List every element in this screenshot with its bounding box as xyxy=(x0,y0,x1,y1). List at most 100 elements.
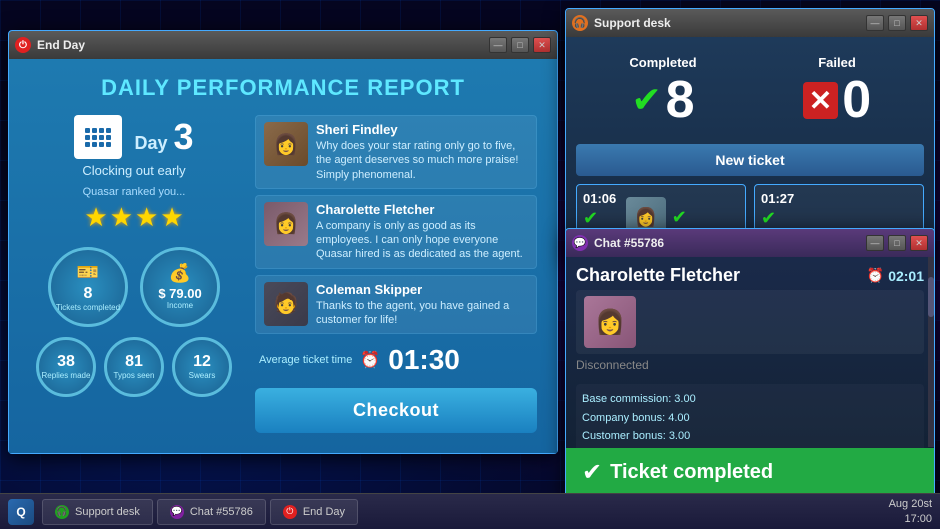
tickets-label: Tickets completed xyxy=(56,303,120,313)
end-day-close[interactable]: ✕ xyxy=(533,37,551,53)
avg-ticket-label: Average ticket time xyxy=(259,354,352,366)
typos-value: 81 xyxy=(125,353,143,371)
taskbar-item-chat[interactable]: 💬 Chat #55786 xyxy=(157,499,266,525)
end-day-titlebar: ⏻ End Day — □ ✕ xyxy=(9,31,557,59)
avg-ticket-time: 01:30 xyxy=(388,344,460,376)
failed-x-icon: ✕ xyxy=(803,82,838,119)
end-day-maximize[interactable]: □ xyxy=(511,37,529,53)
end-day-window: ⏻ End Day — □ ✕ DAILY PERFORMANCE REPORT xyxy=(8,30,558,454)
review-text-2: Thanks to the agent, you have gained a c… xyxy=(316,299,528,328)
support-desk-controls: — □ ✕ xyxy=(866,15,928,31)
chat-messages: 👩 xyxy=(566,290,934,354)
chat-avatar-large: 👩 xyxy=(584,296,636,348)
star-4: ★ xyxy=(160,202,183,233)
chat-minimize[interactable]: — xyxy=(866,235,884,251)
day-number: 3 xyxy=(174,116,194,158)
chat-bubble-0: 👩 xyxy=(576,290,924,354)
failed-content: ✕ 0 xyxy=(803,74,871,126)
income-icon: 💰 xyxy=(169,263,191,284)
star-2: ★ xyxy=(110,202,133,233)
ranked-label: Quasar ranked you... xyxy=(83,186,186,198)
taskbar-label-support: Support desk xyxy=(75,506,140,518)
taskbar-label-end-day: End Day xyxy=(303,506,345,518)
replies-label: Replies made xyxy=(42,371,91,381)
typos-circle: 81 Typos seen xyxy=(104,337,164,397)
completed-count: 8 xyxy=(666,74,695,126)
replies-value: 38 xyxy=(57,353,75,371)
taskbar-logo: Q xyxy=(8,499,34,525)
review-name-2: Coleman Skipper xyxy=(316,282,528,297)
support-desk-title-text: Support desk xyxy=(594,16,860,30)
review-text-0: Why does your star rating only go to fiv… xyxy=(316,139,528,182)
support-desk-maximize[interactable]: □ xyxy=(888,15,906,31)
chat-content: Charolette Fletcher ⏰ 02:01 👩 Disconnect… xyxy=(566,257,934,497)
swears-circle: 12 Swears xyxy=(172,337,232,397)
taskbar-clock: Aug 20st 17:00 xyxy=(889,497,932,526)
review-avatar-sheri: 👩 xyxy=(264,122,308,166)
review-text-block-1: Charolette Fletcher A company is only as… xyxy=(316,202,528,262)
review-item-1: 👩 Charolette Fletcher A company is only … xyxy=(255,195,537,269)
ticket-completed-check: ✔ xyxy=(582,458,602,487)
ticket-completed-bar: ✔ Ticket completed xyxy=(566,448,934,497)
chat-close[interactable]: ✕ xyxy=(910,235,928,251)
taskbar-item-end-day[interactable]: ⏻ End Day xyxy=(270,499,358,525)
income-circle: 💰 $ 79.00 Income xyxy=(140,247,220,327)
day-label: Day xyxy=(134,133,167,154)
swears-value: 12 xyxy=(193,353,211,371)
income-value: $ 79.00 xyxy=(158,286,201,301)
avg-ticket-row: Average ticket time ⏰ 01:30 xyxy=(255,344,537,376)
report-right: 👩 Sheri Findley Why does your star ratin… xyxy=(255,115,537,433)
review-text-1: A company is only as good as its employe… xyxy=(316,219,528,262)
new-ticket-button[interactable]: New ticket xyxy=(576,144,924,176)
tickets-value: 8 xyxy=(84,285,93,303)
taskbar-icon-chat: 💬 xyxy=(170,505,184,519)
chat-window: 💬 Chat #55786 — □ ✕ Charolette Fletcher … xyxy=(565,228,935,498)
chat-title-text: Chat #55786 xyxy=(594,236,860,250)
chat-maximize[interactable]: □ xyxy=(888,235,906,251)
review-name-1: Charolette Fletcher xyxy=(316,202,528,217)
swears-label: Swears xyxy=(189,371,216,381)
chat-scrollbar-thumb[interactable] xyxy=(928,277,934,317)
support-desk-close[interactable]: ✕ xyxy=(910,15,928,31)
taskbar-item-support-desk[interactable]: 🎧 Support desk xyxy=(42,499,153,525)
completed-check-icon: ✔ xyxy=(631,79,661,121)
review-item-0: 👩 Sheri Findley Why does your star ratin… xyxy=(255,115,537,189)
failed-count: 0 xyxy=(842,74,871,126)
ticket-check-0: ✔ xyxy=(583,208,620,229)
ticket-check-confirm-0: ✔ xyxy=(672,207,687,228)
chat-timer: ⏰ 02:01 xyxy=(867,267,924,284)
clock-icon: ⏰ xyxy=(360,350,380,370)
support-desk-minimize[interactable]: — xyxy=(866,15,884,31)
chat-scrollbar[interactable] xyxy=(928,257,934,447)
taskbar: Q 🎧 Support desk 💬 Chat #55786 ⏻ End Day… xyxy=(0,493,940,529)
failed-label: Failed xyxy=(818,55,856,70)
commission-customer: Customer bonus: 3.00 xyxy=(582,427,918,446)
clocking-out-label: Clocking out early xyxy=(82,163,185,178)
mini-stats-row: 38 Replies made 81 Typos seen 12 Swears xyxy=(36,337,232,397)
stars-row: ★ ★ ★ ★ xyxy=(84,202,183,233)
review-item-2: 🧑 Coleman Skipper Thanks to the agent, y… xyxy=(255,275,537,335)
ticket-time-0: 01:06 xyxy=(583,191,620,206)
support-desk-window: 🎧 Support desk — □ ✕ Completed ✔ 8 Faile… xyxy=(565,8,935,261)
review-text-block-0: Sheri Findley Why does your star rating … xyxy=(316,122,528,182)
support-desk-content: Completed ✔ 8 Failed ✕ 0 New ticket 01:0… xyxy=(566,37,934,260)
taskbar-label-chat: Chat #55786 xyxy=(190,506,253,518)
end-day-minimize[interactable]: — xyxy=(489,37,507,53)
checkout-button[interactable]: Checkout xyxy=(255,388,537,433)
star-3: ★ xyxy=(135,202,158,233)
commission-company: Company bonus: 4.00 xyxy=(582,409,918,428)
disconnected-text: Disconnected xyxy=(566,354,934,376)
chat-timer-value: 02:01 xyxy=(888,268,924,284)
review-text-block-2: Coleman Skipper Thanks to the agent, you… xyxy=(316,282,528,328)
report-title: DAILY PERFORMANCE REPORT xyxy=(101,75,465,101)
typos-label: Typos seen xyxy=(114,371,155,381)
chat-title-icon: 💬 xyxy=(572,235,588,251)
replies-circle: 38 Replies made xyxy=(36,337,96,397)
report-body: Day 3 Clocking out early Quasar ranked y… xyxy=(29,115,537,433)
failed-box: Failed ✕ 0 xyxy=(750,47,924,134)
review-name-0: Sheri Findley xyxy=(316,122,528,137)
end-day-controls: — □ ✕ xyxy=(489,37,551,53)
calendar-icon xyxy=(74,115,122,159)
commission-base: Base commission: 3.00 xyxy=(582,390,918,409)
taskbar-date: Aug 20st xyxy=(889,497,932,511)
